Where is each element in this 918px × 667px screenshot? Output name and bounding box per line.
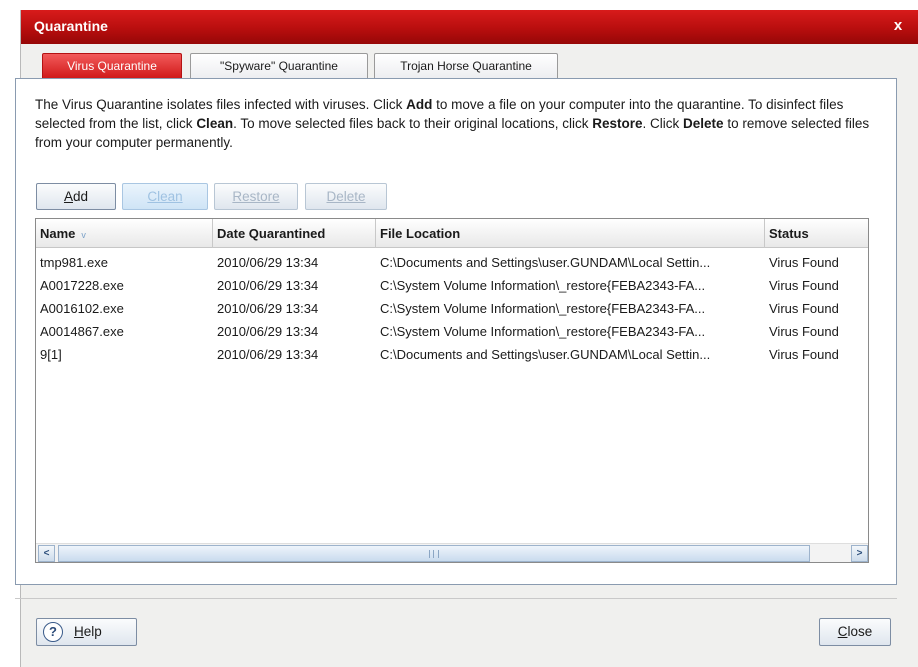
delete-keyword: Delete bbox=[683, 116, 724, 131]
close-icon[interactable]: x bbox=[887, 15, 909, 37]
quarantine-table: Name v Date Quarantined File Location Sta… bbox=[35, 218, 869, 563]
window-title: Quarantine bbox=[34, 18, 108, 34]
column-header-date[interactable]: Date Quarantined bbox=[213, 219, 376, 248]
cell-location: C:\System Volume Information\_restore{FE… bbox=[380, 278, 706, 293]
cell-name: A0016102.exe bbox=[40, 301, 124, 316]
cell-date: 2010/06/29 13:34 bbox=[217, 301, 319, 316]
restore-button[interactable]: Restore bbox=[214, 183, 298, 210]
delete-button[interactable]: Delete bbox=[305, 183, 387, 210]
cell-name: tmp981.exe bbox=[40, 255, 108, 270]
table-header: Name v Date Quarantined File Location Sta… bbox=[36, 219, 868, 248]
cell-status: Virus Found bbox=[769, 347, 839, 362]
table-row[interactable]: A0014867.exe 2010/06/29 13:34 C:\System … bbox=[36, 320, 868, 343]
cell-status: Virus Found bbox=[769, 278, 839, 293]
help-circle-icon: ? bbox=[43, 622, 63, 642]
cell-status: Virus Found bbox=[769, 301, 839, 316]
grip-icon bbox=[429, 550, 439, 558]
cell-date: 2010/06/29 13:34 bbox=[217, 324, 319, 339]
tab-trojan-horse-quarantine[interactable]: Trojan Horse Quarantine bbox=[374, 53, 558, 79]
sort-descending-icon: v bbox=[81, 230, 86, 240]
cell-date: 2010/06/29 13:34 bbox=[217, 347, 319, 362]
tab-virus-quarantine[interactable]: Virus Quarantine bbox=[42, 53, 182, 79]
column-header-status[interactable]: Status bbox=[765, 219, 868, 248]
footer-divider bbox=[15, 598, 897, 599]
cell-location: C:\System Volume Information\_restore{FE… bbox=[380, 301, 706, 316]
table-row[interactable]: A0017228.exe 2010/06/29 13:34 C:\System … bbox=[36, 274, 868, 297]
table-row[interactable]: tmp981.exe 2010/06/29 13:34 C:\Documents… bbox=[36, 251, 868, 274]
tab-spyware-quarantine[interactable]: "Spyware" Quarantine bbox=[190, 53, 368, 79]
description-text: The Virus Quarantine isolates files infe… bbox=[35, 97, 870, 150]
scrollbar-thumb[interactable] bbox=[58, 545, 810, 562]
cell-date: 2010/06/29 13:34 bbox=[217, 255, 319, 270]
scroll-right-icon[interactable]: > bbox=[851, 545, 868, 562]
cell-location: C:\Documents and Settings\user.GUNDAM\Lo… bbox=[380, 255, 711, 270]
scroll-left-icon[interactable]: < bbox=[38, 545, 55, 562]
cell-name: 9[1] bbox=[40, 347, 62, 362]
help-button[interactable]: ? Help bbox=[36, 618, 137, 646]
add-button[interactable]: Add bbox=[36, 183, 116, 210]
table-row[interactable]: A0016102.exe 2010/06/29 13:34 C:\System … bbox=[36, 297, 868, 320]
cell-status: Virus Found bbox=[769, 255, 839, 270]
horizontal-scrollbar[interactable]: < > bbox=[36, 543, 868, 562]
clean-keyword: Clean bbox=[196, 116, 234, 131]
add-keyword: Add bbox=[406, 97, 433, 112]
column-header-name[interactable]: Name v bbox=[36, 219, 213, 248]
clean-button[interactable]: Clean bbox=[122, 183, 208, 210]
cell-name: A0014867.exe bbox=[40, 324, 124, 339]
title-bar: Quarantine x bbox=[21, 10, 918, 44]
column-header-location[interactable]: File Location bbox=[376, 219, 765, 248]
cell-name: A0017228.exe bbox=[40, 278, 124, 293]
restore-keyword: Restore bbox=[592, 116, 643, 131]
cell-location: C:\System Volume Information\_restore{FE… bbox=[380, 324, 706, 339]
close-button[interactable]: Close bbox=[819, 618, 891, 646]
table-row[interactable]: 9[1] 2010/06/29 13:34 C:\Documents and S… bbox=[36, 343, 868, 366]
help-label: Help bbox=[74, 624, 102, 639]
cell-status: Virus Found bbox=[769, 324, 839, 339]
cell-date: 2010/06/29 13:34 bbox=[217, 278, 319, 293]
cell-location: C:\Documents and Settings\user.GUNDAM\Lo… bbox=[380, 347, 711, 362]
